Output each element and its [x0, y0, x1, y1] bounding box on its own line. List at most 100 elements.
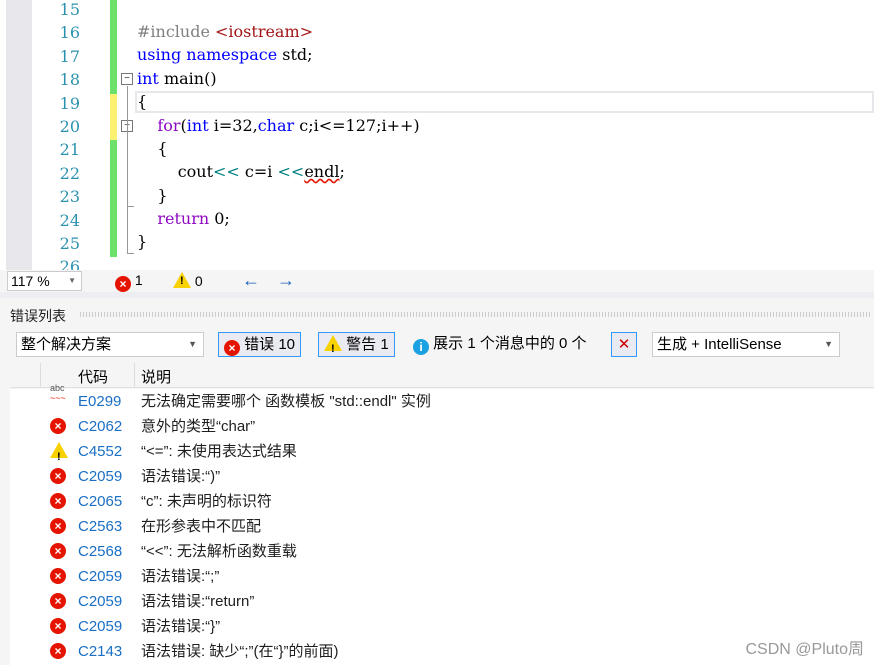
error-icon: ×	[224, 340, 240, 356]
line-number: 15	[59, 0, 80, 19]
errors-filter-button[interactable]: × 错误 10	[218, 332, 302, 357]
code-line-20: for(int i=32,char c;i<=127;i++)	[137, 116, 420, 135]
error-description: 语法错误: 缺少“;”(在“}”的前面)	[141, 643, 339, 660]
error-icon: ×	[50, 568, 66, 584]
next-issue-arrow-icon[interactable]: →	[277, 270, 295, 291]
error-code[interactable]: C2059	[78, 564, 122, 589]
change-indicator	[110, 140, 117, 164]
line-number: 16	[59, 23, 80, 43]
change-indicator	[110, 187, 117, 211]
error-description: 语法错误:“return”	[141, 593, 255, 610]
code-line-18: int main()	[137, 69, 217, 88]
scope-dropdown[interactable]: 整个解决方案 ▼	[16, 332, 204, 357]
error-icon: ×	[50, 468, 66, 484]
error-code[interactable]: C2059	[78, 614, 122, 639]
table-row[interactable]: × C2059 语法错误:“)”	[10, 464, 874, 489]
line-number: 21	[59, 140, 80, 160]
code-line-17: using namespace std;	[137, 45, 313, 64]
change-indicator	[110, 70, 117, 94]
watermark: CSDN @Pluto周	[745, 641, 865, 658]
error-description: 语法错误:“;”	[141, 568, 220, 585]
error-icon: ×	[50, 643, 66, 659]
error-icon: ×	[50, 418, 66, 434]
line-number: 19	[59, 93, 80, 113]
error-description: “c”: 未声明的标识符	[141, 493, 272, 510]
change-indicator	[110, 23, 117, 47]
messages-filter-button[interactable]: i 展示 1 个消息中的 0 个	[413, 332, 587, 357]
error-description: 意外的类型“char”	[141, 418, 256, 435]
warning-icon: !	[173, 272, 191, 288]
error-icon: ×	[115, 276, 131, 292]
error-list-panel: 错误列表 整个解决方案 ▼ × 错误 10 ! 警告 1 i 展示 1 个消息中的…	[0, 298, 874, 665]
change-indicator	[110, 93, 117, 117]
code-line-21: {	[137, 139, 168, 158]
zoom-dropdown[interactable]: 117 % ▼	[7, 271, 82, 291]
previous-issue-arrow-icon[interactable]: ←	[242, 270, 260, 291]
line-number: 22	[59, 163, 80, 183]
table-row[interactable]: × C2563 在形参表中不匹配	[10, 514, 874, 539]
warning-icon: !	[50, 439, 68, 464]
selection-margin	[6, 0, 32, 270]
error-description: 语法错误:“)”	[141, 468, 221, 485]
table-row[interactable]: ! C4552 “<=”: 未使用表达式结果	[10, 439, 874, 464]
current-line-highlight	[135, 91, 874, 113]
error-code[interactable]: E0299	[78, 389, 121, 414]
table-row[interactable]: × C2568 “<<”: 无法解析函数重载	[10, 539, 874, 564]
error-code[interactable]: C2059	[78, 589, 122, 614]
outline-line	[127, 86, 128, 254]
line-number: 17	[59, 46, 80, 66]
panel-grip[interactable]	[80, 312, 870, 317]
column-header-code[interactable]: 代码	[78, 366, 108, 387]
warning-icon: !	[324, 335, 342, 355]
error-description: “<=”: 未使用表达式结果	[141, 443, 297, 460]
table-header: 代码 说明	[10, 363, 874, 388]
error-code[interactable]: C4552	[78, 439, 122, 464]
outline-end	[127, 206, 134, 207]
code-line-25: }	[137, 232, 148, 251]
error-description: “<<”: 无法解析函数重载	[141, 543, 297, 560]
source-dropdown[interactable]: 生成 + IntelliSense ▼	[652, 332, 840, 357]
panel-title: 错误列表	[10, 308, 66, 324]
error-icon: ×	[50, 618, 66, 634]
error-description: 语法错误:“}”	[141, 618, 221, 635]
error-rows: abc ~~~ E0299 无法确定需要哪个 函数模板 "std::endl" 实例 ×…	[10, 383, 874, 665]
error-icon: ×	[50, 543, 66, 559]
error-code[interactable]: C2062	[78, 414, 122, 439]
warning-indicator[interactable]: ! 0	[173, 272, 203, 289]
code-line-23: }	[137, 186, 168, 205]
table-row[interactable]: × C2059 语法错误:“return”	[10, 589, 874, 614]
line-number: 20	[59, 117, 80, 136]
error-icon: ×	[50, 493, 66, 509]
code-editor[interactable]: − − #include <iostream> using namespace …	[0, 0, 874, 276]
table-row[interactable]: abc ~~~ E0299 无法确定需要哪个 函数模板 "std::endl" 实例	[10, 383, 874, 414]
error-code[interactable]: C2563	[78, 514, 122, 539]
intellisense-squiggle-icon: abc ~~~	[50, 383, 66, 403]
change-indicator	[110, 0, 117, 24]
outline-end	[127, 253, 134, 254]
code-line-16: #include <iostream>	[137, 22, 314, 41]
line-number: 23	[59, 187, 80, 207]
error-indicator[interactable]: × 1	[115, 272, 143, 292]
error-code[interactable]: C2059	[78, 464, 122, 489]
table-row[interactable]: × C2143 语法错误: 缺少“;”(在“}”的前面)	[10, 639, 874, 664]
table-row[interactable]: × C2059 语法错误:“;”	[10, 564, 874, 589]
line-number: 18	[59, 70, 80, 90]
error-description: 在形参表中不匹配	[141, 518, 262, 535]
table-row[interactable]: × C2062 意外的类型“char”	[10, 414, 874, 439]
collapse-main-icon[interactable]: −	[121, 73, 133, 85]
change-indicator	[110, 234, 117, 258]
error-code[interactable]: C2065	[78, 489, 122, 514]
change-indicator	[110, 46, 117, 71]
change-indicator	[110, 117, 117, 141]
editor-status-bar: 117 % ▼ × 1 ! 0 ← →	[0, 270, 874, 292]
code-line-19: {	[137, 92, 148, 111]
error-icon: ×	[50, 593, 66, 609]
column-header-description[interactable]: 说明	[141, 366, 171, 387]
error-code[interactable]: C2143	[78, 639, 122, 664]
table-row[interactable]: × C2059 语法错误:“}”	[10, 614, 874, 639]
warnings-filter-button[interactable]: ! 警告 1	[318, 332, 395, 357]
code-line-24: return 0;	[137, 209, 230, 228]
table-row[interactable]: × C2065 “c”: 未声明的标识符	[10, 489, 874, 514]
error-code[interactable]: C2568	[78, 539, 122, 564]
clear-filter-icon[interactable]: ✕	[611, 332, 637, 357]
